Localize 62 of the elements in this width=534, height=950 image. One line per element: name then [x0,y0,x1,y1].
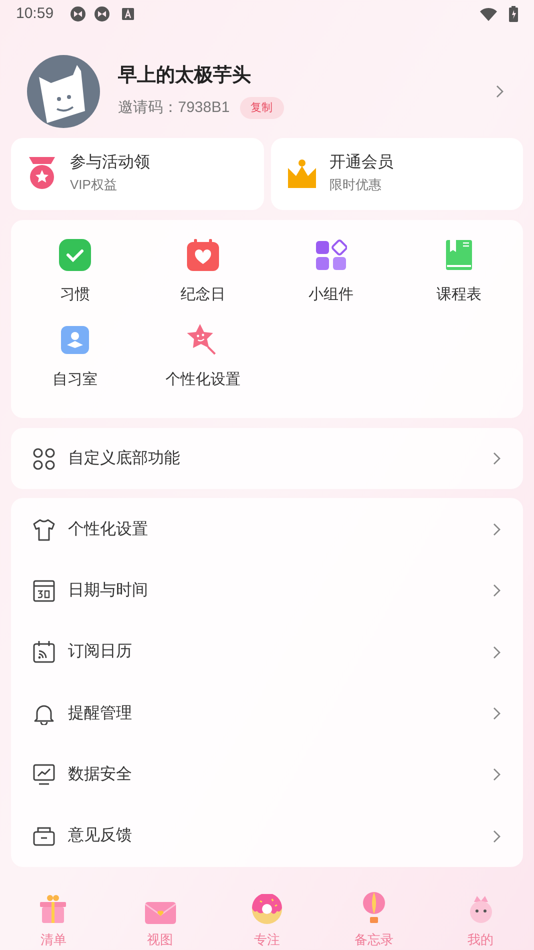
row-label: 提醒管理 [68,704,133,724]
feature-label[interactable]: 纪念日 [180,284,226,306]
chevron-right-icon [493,830,501,843]
donut-icon [252,894,282,924]
widgets-icon [315,239,347,271]
shirt-icon [33,518,55,541]
app-notification-icon [94,6,110,22]
chevron-right-icon [493,584,501,598]
app-notification-icon [70,6,86,22]
settings-row[interactable]: 订阅日历 [11,622,523,683]
row-label: 日期与时间 [68,580,149,601]
reading-person-icon [61,326,89,354]
avatar[interactable] [27,55,100,128]
feature-label[interactable]: 习惯 [60,284,90,306]
promo-subtitle: VIP权益 [70,176,118,194]
row-label: 意见反馈 [68,826,133,846]
settings-row[interactable]: 个性化设置 [11,499,523,560]
medal-icon [27,157,57,191]
promo-card[interactable]: 参与活动领 VIP权益 [11,138,264,210]
chevron-right-icon [493,768,501,782]
row-label: 个性化设置 [68,520,149,540]
feature-label[interactable]: 课程表 [436,284,482,306]
settings-row[interactable]: 日期与时间 [11,560,523,622]
chevron-right-icon [496,85,504,98]
invite-code-label: 邀请码： [118,98,178,118]
settings-row[interactable]: 提醒管理 [11,682,523,744]
heart-calendar-icon [187,239,219,271]
chevron-right-icon [493,707,501,720]
promo-title: 开通会员 [330,153,394,174]
custom-bottom-bar-row[interactable]: 自定义底部功能 [11,428,523,489]
crown-icon [286,159,316,189]
promo-title: 参与活动领 [70,153,150,174]
row-label: 自定义底部功能 [68,448,181,468]
invite-code: 7938B1 [178,98,230,118]
feature-label[interactable]: 个性化设置 [166,368,240,391]
wifi-icon [480,7,497,21]
promo-card[interactable]: 开通会员 限时优惠 [270,138,523,210]
hot-air-balloon-icon [362,892,386,924]
book-icon [446,240,472,270]
four-circles-icon [33,448,55,470]
user-name: 早上的太极芋头 [118,64,252,88]
settings-row[interactable]: 数据安全 [11,744,523,806]
feature-label[interactable]: 小组件 [308,284,354,306]
gift-icon [39,894,68,924]
row-label: 数据安全 [68,764,133,785]
monitor-chart-icon [33,764,55,786]
envelope-icon [144,902,176,924]
bell-icon [33,702,55,725]
checkmark-icon [59,239,91,271]
calendar-icon [33,580,55,602]
row-label: 订阅日历 [68,642,133,662]
chevron-right-icon [493,646,501,659]
feature-label[interactable]: 自习室 [52,368,98,391]
status-time: 10:59 [16,4,54,24]
keyboard-notification-icon [122,8,134,20]
settings-row[interactable]: 意见反馈 [11,806,523,867]
feed-calendar-icon [33,641,55,664]
promo-subtitle: 限时优惠 [330,176,382,194]
chevron-right-icon [493,452,501,465]
inbox-icon [33,825,55,848]
battery-icon [509,6,518,22]
chevron-right-icon [493,523,501,536]
